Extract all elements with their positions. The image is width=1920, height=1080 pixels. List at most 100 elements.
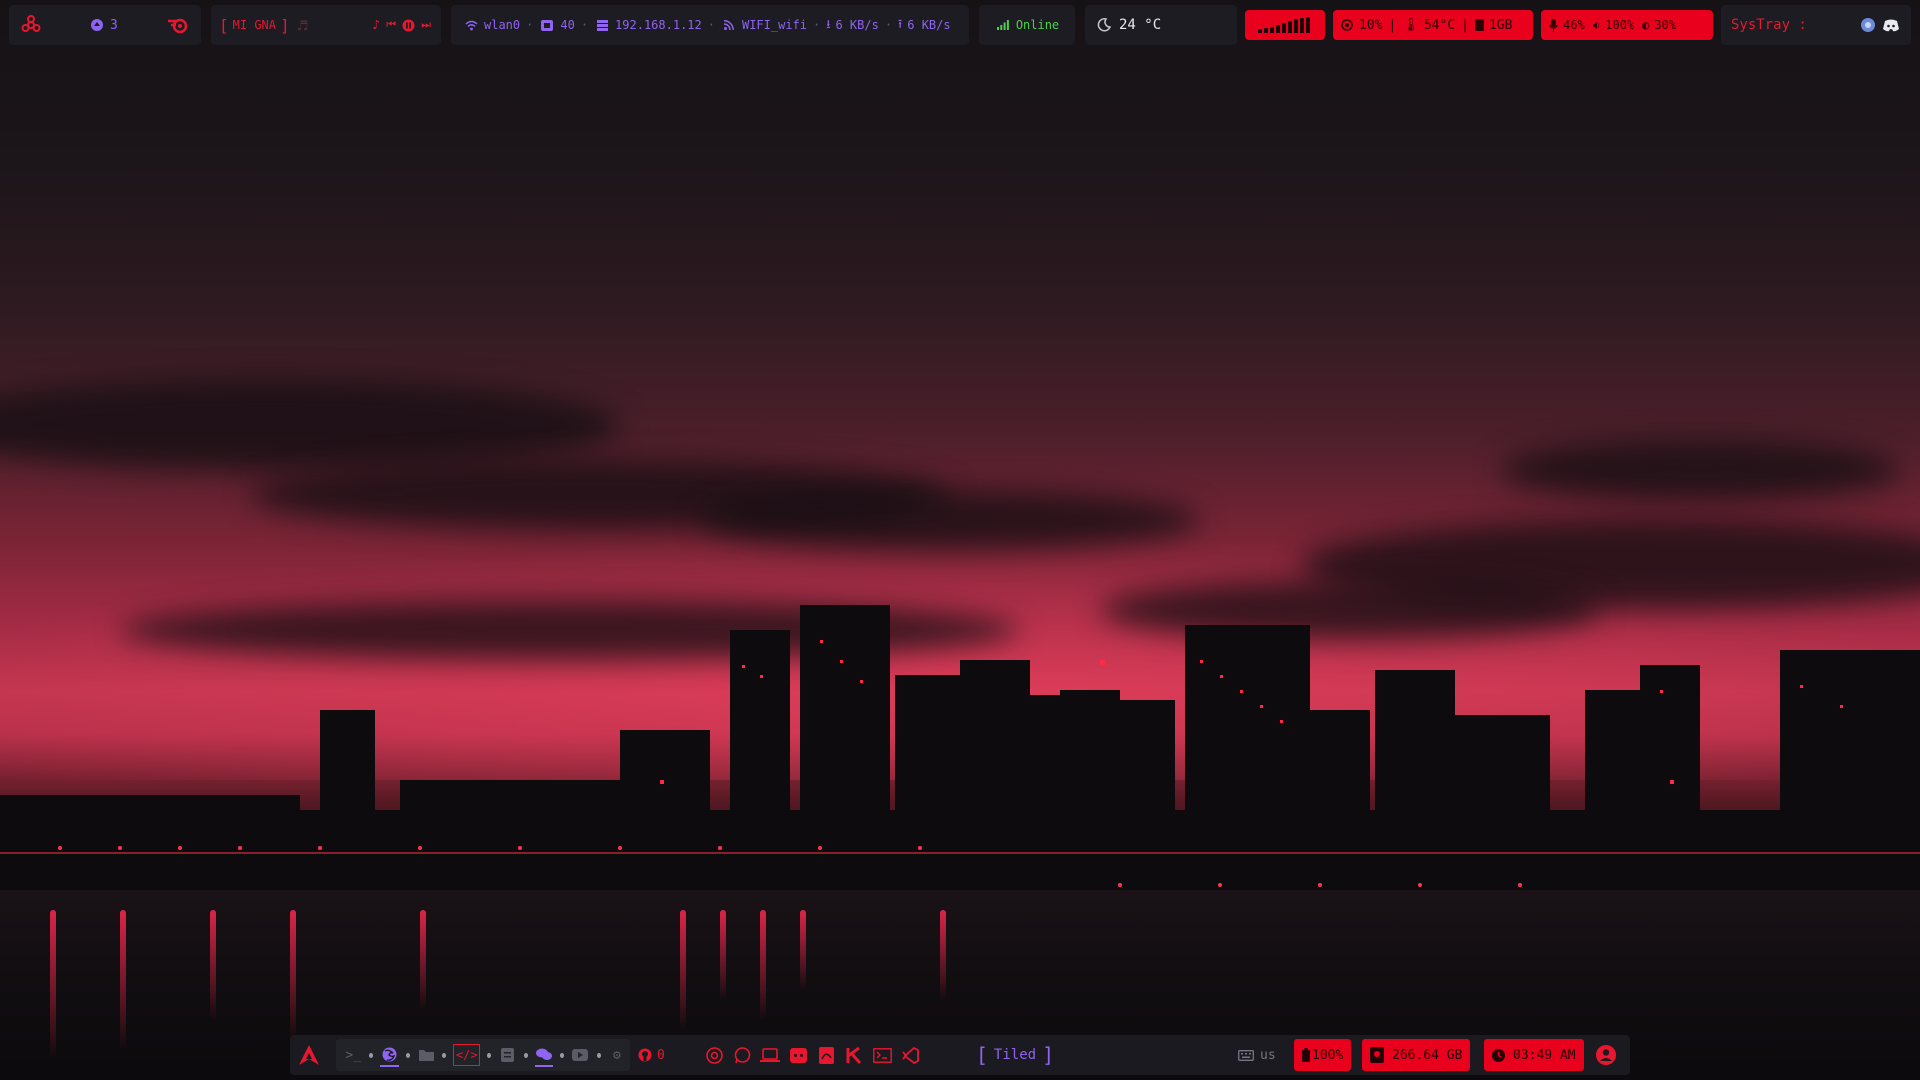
top-panel: 3 [ MI GNA ] ♬ ♪ ⏮ ⏭ wlan0 · 40 · 192.16… xyxy=(9,5,1911,45)
disk-widget[interactable]: 266.64 GB xyxy=(1362,1039,1471,1071)
network-module[interactable]: wlan0 · 40 · 192.168.1.12 · WIFI_wifi · … xyxy=(451,5,969,45)
signal-bars-icon xyxy=(995,17,1011,33)
battery-level: 100% xyxy=(1312,1047,1344,1063)
chat-icon[interactable] xyxy=(534,1043,554,1067)
download-icon: ⭳ xyxy=(826,16,831,31)
github-icon xyxy=(638,1048,652,1062)
volume-level: 100% xyxy=(1605,18,1635,32)
signal-strength: 40 xyxy=(560,18,575,32)
disk-icon xyxy=(1370,1047,1384,1063)
upload-icon: ⭱ xyxy=(898,16,903,31)
vscode-icon[interactable] xyxy=(899,1044,921,1066)
github-count: 0 xyxy=(657,1047,665,1063)
city-skyline xyxy=(0,605,1920,920)
cloud xyxy=(1500,440,1900,500)
chrome-icon[interactable] xyxy=(703,1044,725,1066)
battery-widget[interactable]: 100% xyxy=(1294,1039,1352,1071)
thermometer-icon: 🌡︎ xyxy=(1402,17,1419,33)
moon-icon xyxy=(1097,18,1111,32)
firefox-icon[interactable] xyxy=(380,1043,399,1067)
now-playing[interactable]: MI GNA xyxy=(233,18,276,32)
previous-icon[interactable]: ⏮ xyxy=(386,18,396,32)
online-status: Online xyxy=(1015,18,1060,32)
workspaces: >_ </> ⚙ xyxy=(336,1039,630,1071)
terminal-icon[interactable]: >_ xyxy=(344,1044,362,1066)
biohazard-icon[interactable] xyxy=(21,15,41,35)
ssid: WIFI_wifi xyxy=(741,18,808,32)
settings-icon[interactable]: ⚙ xyxy=(608,1044,626,1066)
terminal-app-icon[interactable] xyxy=(871,1044,893,1066)
folder-icon[interactable] xyxy=(417,1044,435,1066)
pdf-icon[interactable] xyxy=(815,1044,837,1066)
systray-module: SysTray : xyxy=(1721,5,1911,45)
memory-icon xyxy=(1474,19,1484,31)
notification-count: 3 xyxy=(110,17,118,33)
network-manager-icon[interactable] xyxy=(1861,18,1875,32)
cpu-graph-module[interactable] xyxy=(1245,10,1325,40)
power-widget[interactable] xyxy=(1590,1035,1622,1075)
cpu-temp: 54°C xyxy=(1423,17,1456,33)
blender-icon[interactable] xyxy=(167,16,189,34)
player-controls: ♪ ⏮ ⏭ xyxy=(372,18,431,33)
server-icon xyxy=(594,17,610,33)
desktop-wallpaper xyxy=(0,0,1920,1080)
pause-icon[interactable] xyxy=(402,19,415,32)
user-power-icon[interactable] xyxy=(1595,1044,1617,1066)
bottom-panel: >_ </> ⚙ 0 [Tiled] us 100% 266.64 GB 0… xyxy=(290,1035,1630,1075)
ip-address: 192.168.1.12 xyxy=(615,18,702,32)
notes-icon[interactable] xyxy=(498,1044,516,1066)
brightness-level: 30% xyxy=(1654,18,1677,32)
audio-module[interactable]: 46% 🔉︎ 100% ◐ 30% xyxy=(1541,10,1713,40)
keyboard-layout[interactable]: us xyxy=(1238,1035,1290,1075)
bracket-right: ] xyxy=(280,15,290,35)
light-reflection xyxy=(210,910,216,1020)
mic-level: 46% xyxy=(1563,18,1585,32)
interface-name: wlan0 xyxy=(484,18,521,32)
clock-time: 03:49 AM xyxy=(1513,1047,1576,1063)
light-reflection xyxy=(50,910,56,1060)
cpu-usage: 10% xyxy=(1359,17,1383,33)
laptop-icon[interactable] xyxy=(759,1044,781,1066)
discord-icon[interactable] xyxy=(1883,19,1899,32)
light-reflection xyxy=(120,910,126,1050)
cloud xyxy=(700,490,1200,550)
wifi-icon xyxy=(463,17,479,33)
keyboard-icon xyxy=(1238,1049,1254,1061)
light-reflection xyxy=(290,910,296,1040)
layout-name: Tiled xyxy=(993,1047,1037,1063)
youtube-icon[interactable] xyxy=(571,1044,589,1066)
next-icon[interactable]: ⏭ xyxy=(421,18,431,32)
temperature: 24 °C xyxy=(1119,17,1162,33)
brightness-icon[interactable]: ◐ xyxy=(1642,18,1649,32)
light-reflection xyxy=(720,910,726,1000)
weather-module[interactable]: 24 °C xyxy=(1085,5,1237,45)
upload-speed: 6 KB/s xyxy=(907,18,951,32)
layout-indicator[interactable]: [ Tiled ] xyxy=(970,1035,1060,1075)
light-reflection xyxy=(420,910,426,1010)
light-reflection xyxy=(760,910,766,1020)
battery-icon xyxy=(1302,1048,1310,1062)
microphone-icon[interactable] xyxy=(1549,18,1558,32)
bracket-left: [ xyxy=(219,15,229,35)
notifications-widget[interactable]: 3 xyxy=(89,17,118,33)
app-launchers xyxy=(700,1035,940,1075)
clock-widget[interactable]: 03:49 AM xyxy=(1484,1039,1584,1071)
github-widget[interactable]: 0 xyxy=(638,1035,688,1075)
download-speed: 6 KB/s xyxy=(835,18,879,32)
cpu-icon xyxy=(1341,19,1353,31)
arch-logo-icon[interactable] xyxy=(298,1044,320,1066)
note-icon: ♪ xyxy=(372,17,381,33)
discord-icon[interactable] xyxy=(787,1044,809,1066)
kdenlive-icon[interactable] xyxy=(843,1044,865,1066)
rss-icon xyxy=(721,17,737,33)
volume-icon[interactable]: 🔉︎ xyxy=(1593,18,1601,33)
cpu-graph-icon xyxy=(1256,17,1314,33)
launcher[interactable] xyxy=(298,1035,328,1075)
disk-free: 266.64 GB xyxy=(1392,1047,1463,1063)
code-icon[interactable]: </> xyxy=(453,1044,481,1066)
system-stats-module[interactable]: 10% | 🌡︎ 54°C | 1GB xyxy=(1333,10,1533,40)
menu-module: 3 xyxy=(9,5,201,45)
whatsapp-icon[interactable] xyxy=(731,1044,753,1066)
bell-icon xyxy=(89,17,105,33)
status-module[interactable]: Online xyxy=(979,5,1075,45)
